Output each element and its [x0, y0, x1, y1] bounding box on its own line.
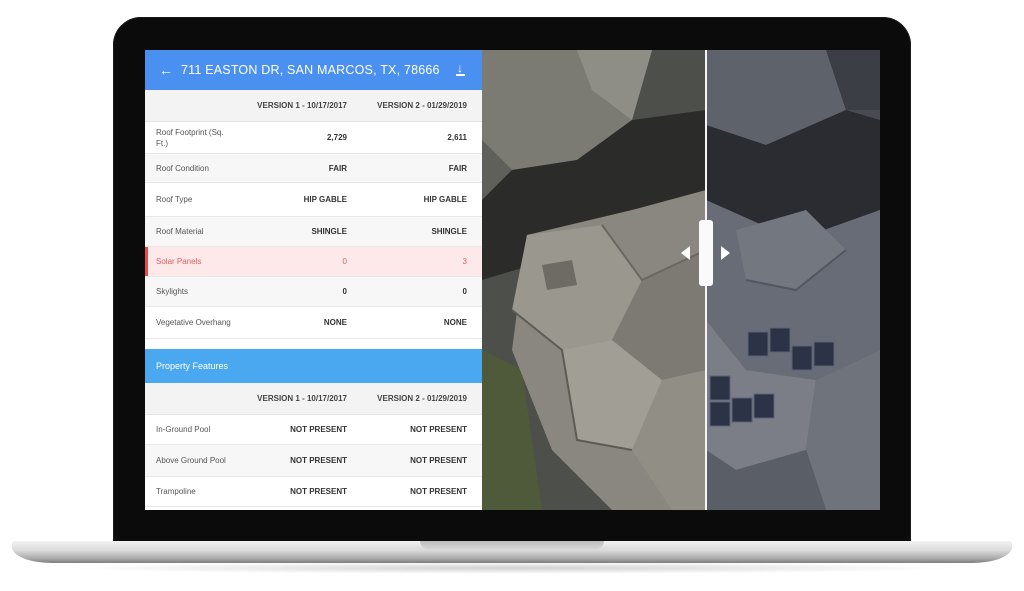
section-title: Property Features	[156, 361, 229, 371]
column-header-version-2: VERSION 2 - 01/29/2019	[377, 394, 467, 403]
value-version-1: HIP GABLE	[303, 195, 347, 204]
row-label: Above Ground Pool	[156, 456, 226, 465]
column-header-version-1: VERSION 1 - 10/17/2017	[257, 394, 347, 403]
value-version-2: NOT PRESENT	[410, 487, 467, 496]
value-version-1: NOT PRESENT	[290, 456, 347, 465]
app-header: ← 711 EASTON DR, SAN MARCOS, TX, 78666 ↓	[145, 50, 482, 90]
download-icon[interactable]: ↓	[452, 63, 468, 76]
table-row[interactable]: Above Ground Pool NOT PRESENT NOT PRESENT	[145, 445, 482, 477]
column-header-version-1: VERSION 1 - 10/17/2017	[257, 101, 347, 110]
value-version-1: 2,729	[326, 133, 347, 142]
value-version-1: 0	[342, 257, 347, 266]
value-version-1: NONE	[323, 318, 347, 327]
row-label: Skylights	[156, 287, 189, 296]
value-version-2: NOT PRESENT	[410, 425, 467, 434]
value-version-2: 2,611	[447, 133, 467, 142]
laptop-shadow	[60, 562, 964, 574]
laptop-notch	[420, 541, 604, 549]
value-version-2: 3	[462, 257, 467, 266]
property-details-panel: ← 711 EASTON DR, SAN MARCOS, TX, 78666 ↓…	[145, 50, 482, 510]
slider-left-arrow-icon[interactable]	[681, 246, 690, 260]
value-version-1: FAIR	[328, 163, 347, 173]
back-arrow-icon[interactable]: ←	[159, 62, 181, 78]
value-version-2: HIP GABLE	[423, 195, 467, 204]
value-version-2: NOT PRESENT	[410, 456, 467, 465]
aerial-image-version-1	[482, 50, 706, 510]
feature-rows: In-Ground Pool NOT PRESENT NOT PRESENT Abov…	[145, 415, 482, 507]
table-row[interactable]: Vegetative Overhang NONE NONE	[145, 307, 482, 339]
features-table: VERSION 1 - 10/17/2017 VERSION 2 - 01/29…	[145, 383, 482, 507]
value-version-1: NOT PRESENT	[290, 487, 347, 496]
row-label: Roof Type	[156, 195, 193, 204]
table-row[interactable]: Solar Panels 0 3	[145, 247, 482, 277]
value-version-2: NONE	[443, 318, 467, 327]
value-version-1: SHINGLE	[311, 227, 347, 236]
compare-slider-handle[interactable]	[699, 220, 713, 286]
roof-table: VERSION 1 - 10/17/2017 VERSION 2 - 01/29…	[145, 90, 482, 339]
table-row[interactable]: Roof Material SHINGLE SHINGLE	[145, 217, 482, 247]
table-row[interactable]: In-Ground Pool NOT PRESENT NOT PRESENT	[145, 415, 482, 445]
section-property-features[interactable]: Property Features	[145, 349, 482, 383]
app-screen: ← 711 EASTON DR, SAN MARCOS, TX, 78666 ↓…	[145, 50, 880, 510]
table-row[interactable]: Roof Footprint (Sq. Ft.) 2,729 2,611	[145, 122, 482, 154]
row-label: Trampoline	[156, 487, 196, 496]
imagery-comparison	[482, 50, 880, 510]
value-version-2: SHINGLE	[431, 227, 467, 236]
aerial-image-version-2	[706, 50, 880, 510]
value-version-1: 0	[342, 287, 347, 296]
table-row[interactable]: Trampoline NOT PRESENT NOT PRESENT	[145, 477, 482, 507]
roof-table-header: VERSION 1 - 10/17/2017 VERSION 2 - 01/29…	[145, 90, 482, 122]
column-header-version-2: VERSION 2 - 01/29/2019	[377, 101, 467, 110]
value-version-2: 0	[462, 287, 467, 296]
property-address: 711 EASTON DR, SAN MARCOS, TX, 78666	[181, 63, 440, 77]
value-version-1: NOT PRESENT	[290, 425, 347, 434]
table-row[interactable]: Roof Condition FAIR FAIR	[145, 154, 482, 183]
features-table-header: VERSION 1 - 10/17/2017 VERSION 2 - 01/29…	[145, 383, 482, 415]
row-label: Roof Footprint (Sq. Ft.)	[156, 127, 224, 148]
row-label: Vegetative Overhang	[156, 318, 231, 327]
row-label: Roof Condition	[156, 163, 209, 173]
row-label: Solar Panels	[156, 257, 202, 266]
value-version-2: FAIR	[448, 163, 467, 173]
roof-rows: Roof Footprint (Sq. Ft.) 2,729 2,611 Roof C…	[145, 122, 482, 339]
slider-right-arrow-icon[interactable]	[721, 246, 730, 260]
table-row[interactable]: Roof Type HIP GABLE HIP GABLE	[145, 183, 482, 217]
table-row[interactable]: Skylights 0 0	[145, 277, 482, 307]
row-label: Roof Material	[156, 227, 204, 236]
row-label: In-Ground Pool	[156, 425, 211, 434]
